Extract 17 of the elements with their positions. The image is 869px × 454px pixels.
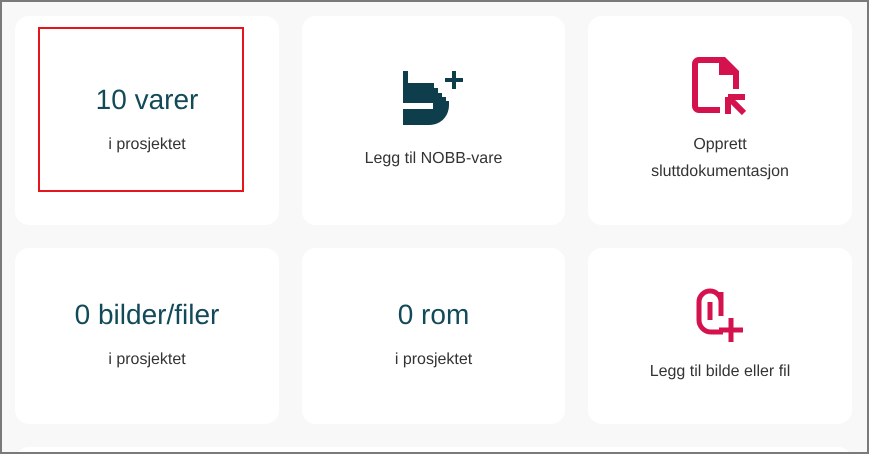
document-cursor-icon: [692, 56, 748, 116]
count-value: 10 varer: [96, 84, 198, 116]
count-caption: i prosjektet: [394, 351, 472, 369]
tile-label: Opprett sluttdokumentasjon: [650, 134, 790, 182]
paperclip-plus-icon: [695, 288, 745, 344]
count-value: 0 rom: [398, 299, 470, 331]
count-caption: i prosjektet: [108, 351, 186, 369]
tile-card[interactable]: 10 varer i prosjektet: [15, 16, 279, 225]
count-value: 0 bilder/filer: [74, 299, 220, 331]
tile-label: Legg til NOBB-vare: [364, 149, 504, 169]
tile-card[interactable]: 0 rom i prosjektet: [302, 248, 565, 424]
tile-label: Legg til bilde eller fil: [648, 362, 792, 382]
tile-card[interactable]: Legg til bilde eller fil: [588, 248, 852, 424]
tile-card[interactable]: 0 bilder/filer i prosjektet: [15, 248, 279, 424]
tile-card[interactable]: Legg til NOBB-vare: [302, 16, 565, 225]
tile-card[interactable]: Opprett sluttdokumentasjon: [588, 16, 852, 225]
count-caption: i prosjektet: [108, 136, 186, 154]
